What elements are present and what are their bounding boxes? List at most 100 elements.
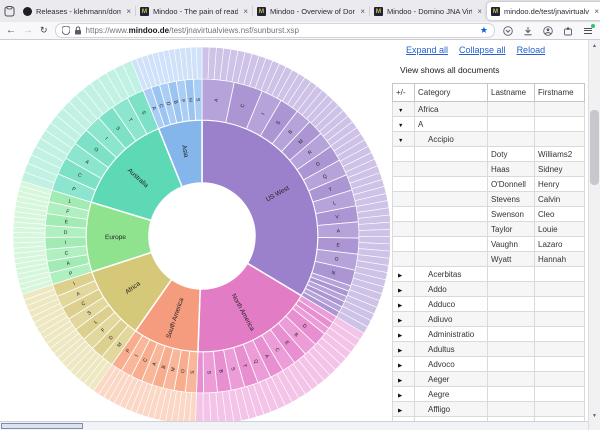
reload-icon[interactable]: ↻ [40,26,48,35]
lock-icon[interactable] [74,26,82,35]
table-row[interactable]: ▶ Administratio [392,326,585,342]
sunburst-name-slice[interactable] [12,237,46,244]
vertical-scrollbar[interactable]: ▲ ▼ [588,40,600,430]
firstname-cell: Cleo [534,206,585,222]
twisty-expand-icon[interactable]: ▶ [396,408,402,414]
twisty-expand-icon[interactable]: ▶ [396,348,402,354]
category-cell: Adduco [414,296,488,312]
firstname-cell: Henry [534,176,585,192]
tab-title: Mindoo - Domino JNA Virtu... [387,6,473,16]
firstname-cell [534,281,585,297]
table-row[interactable]: Swenson Cleo [392,206,585,222]
firstname-cell: Sidney [534,161,585,177]
downloads-icon[interactable] [522,25,534,37]
close-tab-icon[interactable]: × [476,7,483,16]
tracking-protection-shield-icon[interactable] [61,26,70,35]
browser-tab-5-active[interactable]: M mindoo.de/test/jnavirtualvi... × [486,2,600,20]
navigation-bar: ← → ↻ https://www.mindoo.de/test/jnavirt… [0,22,600,40]
scroll-down-icon[interactable]: ▼ [589,410,600,421]
lastname-cell [487,101,535,117]
horizontal-scrollbar[interactable] [0,421,588,430]
table-row[interactable]: ▶ Adduco [392,296,585,312]
lastname-cell [487,371,535,387]
menu-icon[interactable] [582,23,595,37]
firstname-cell [534,356,585,372]
twisty-collapse-icon[interactable]: ▼ [396,108,403,114]
bookmark-star-icon[interactable]: ★ [480,26,488,35]
account-icon[interactable] [542,25,554,37]
browser-tab-4[interactable]: M Mindoo - Domino JNA Virtu... × [369,2,487,20]
table-row[interactable]: O'Donnell Henry [392,176,585,192]
vertical-scroll-thumb[interactable] [590,110,599,185]
table-row[interactable]: Haas Sidney [392,161,585,177]
back-icon[interactable]: ← [6,25,16,36]
firefox-view-icon[interactable] [4,3,15,19]
table-row[interactable]: ▼ Accipio [392,131,585,147]
url-bar[interactable]: https://www.mindoo.de/test/jnavirtualvie… [54,23,495,38]
browser-tab-1[interactable]: Releases - klehmann/domin... × [19,2,136,20]
table-row[interactable]: Vaughn Lazaro [392,236,585,252]
sunburst-name-slice[interactable] [196,46,203,80]
twisty-expand-icon[interactable]: ▶ [396,393,402,399]
sunburst-chart[interactable]: ACISBMRDQTLVAEONUS WestDBECAQTSBSNorth A… [0,40,392,430]
twisty-expand-icon[interactable]: ▶ [396,318,402,324]
firstname-cell [534,116,585,132]
table-row[interactable]: ▶ Affligo [392,401,585,417]
pocket-icon[interactable] [502,25,514,37]
forward-icon: → [23,24,33,36]
sunburst-name-slice[interactable] [358,229,392,237]
table-row[interactable]: ▶ Addo [392,281,585,297]
firstname-cell [534,401,585,417]
page-content: A C I S B M R D Q T L V A E O N US West D B E C A Q T S B S North A… [0,40,600,430]
reload-link[interactable]: Reload [517,45,546,55]
close-tab-icon[interactable]: × [593,7,600,16]
close-tab-icon[interactable]: × [359,7,366,16]
table-row[interactable]: ▶ Adultus [392,341,585,357]
twisty-expand-icon[interactable]: ▶ [396,333,402,339]
category-cell [414,146,488,162]
column-header-expand[interactable]: +/- [392,83,415,102]
extensions-icon[interactable] [562,25,574,37]
tab-title: Releases - klehmann/domin... [36,6,122,16]
twisty-expand-icon[interactable]: ▶ [396,378,402,384]
close-tab-icon[interactable]: × [125,7,132,16]
table-row[interactable]: ▶ Acerbitas [392,266,585,282]
table-row[interactable]: ▶ Aeger [392,371,585,387]
table-row[interactable]: Taylor Louie [392,221,585,237]
twisty-expand-icon[interactable]: ▶ [396,363,402,369]
column-header-lastname[interactable]: Lastname [487,83,535,102]
table-row[interactable]: ▶ Advoco [392,356,585,372]
browser-tab-3[interactable]: M Mindoo - Overview of Dom... × [252,2,370,20]
table-row[interactable]: Stevens Calvin [392,191,585,207]
expand-all-link[interactable]: Expand all [406,45,448,55]
twisty-expand-icon[interactable]: ▶ [396,273,402,279]
column-header-firstname[interactable]: Firstname [534,83,585,102]
view-actions: Expand all Collapse all Reload [406,45,588,55]
table-row[interactable]: Doty Williams2 [392,146,585,162]
table-row[interactable]: ▼ Africa [392,101,585,117]
category-cell [414,206,488,222]
sunburst-center[interactable] [149,183,255,289]
category-cell: Adultus [414,341,488,357]
twisty-expand-icon[interactable]: ▶ [396,303,402,309]
close-tab-icon[interactable]: × [242,7,249,16]
lastname-cell [487,266,535,282]
browser-tab-2[interactable]: M Mindoo - The pain of readi... × [135,2,253,20]
firstname-cell [534,296,585,312]
horizontal-scroll-thumb[interactable] [1,423,83,429]
firstname-cell: Calvin [534,191,585,207]
column-header-category[interactable]: Category [414,83,488,102]
scroll-up-icon[interactable]: ▲ [589,40,600,51]
firstname-cell [534,341,585,357]
twisty-collapse-icon[interactable]: ▼ [396,138,403,144]
twisty-expand-icon[interactable]: ▶ [396,288,402,294]
table-row[interactable]: Wyatt Hannah [392,251,585,267]
lastname-cell [487,296,535,312]
table-row[interactable]: ▶ Aegre [392,386,585,402]
tab-bar: Releases - klehmann/domin... × M Mindoo … [0,0,600,22]
category-cell [414,236,488,252]
table-row[interactable]: ▶ Adiuvo [392,311,585,327]
table-row[interactable]: ▼ A [392,116,585,132]
collapse-all-link[interactable]: Collapse all [459,45,506,55]
twisty-collapse-icon[interactable]: ▼ [396,123,403,129]
